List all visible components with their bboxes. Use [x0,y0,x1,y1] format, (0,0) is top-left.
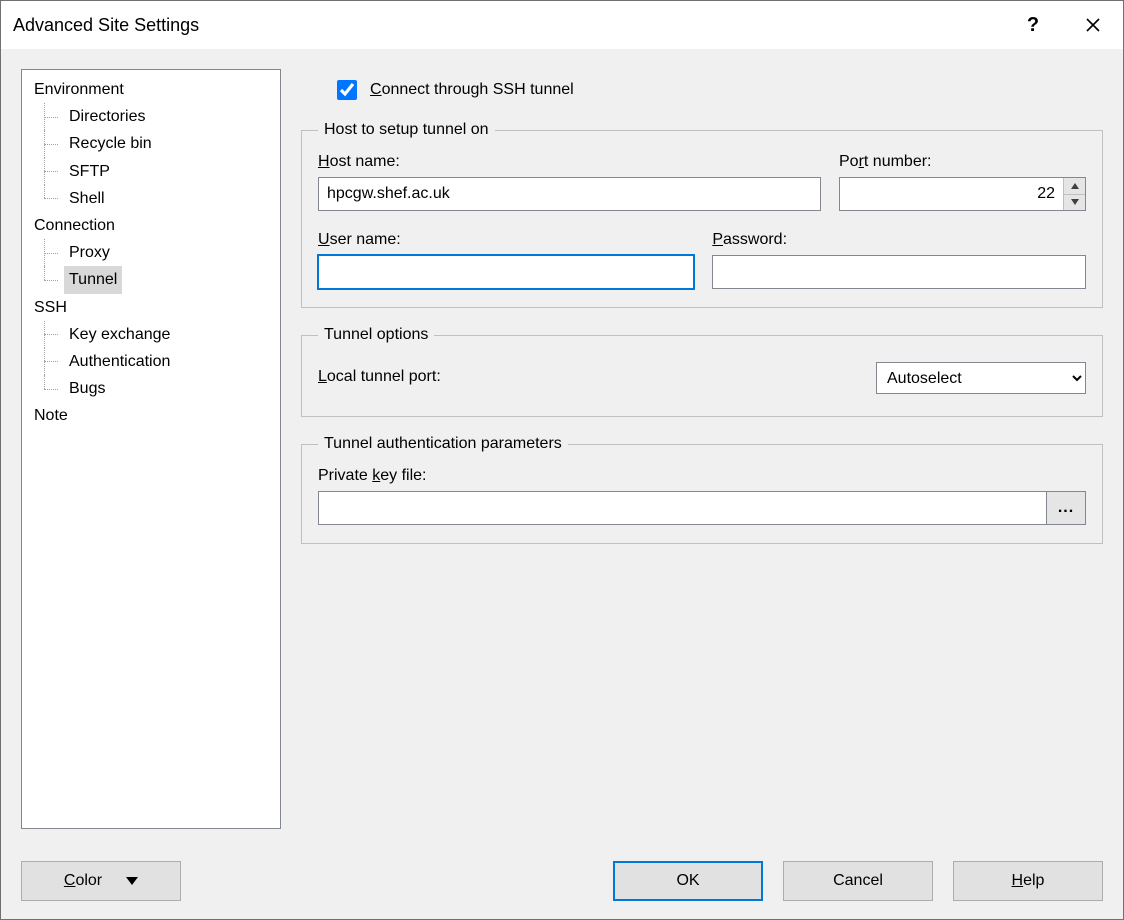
bottom-bar: Color OK Cancel Help [21,861,1103,901]
tree-recycle-bin[interactable]: Recycle bin [44,130,280,157]
help-button[interactable]: Help [953,861,1103,901]
username-label: User name: [318,231,694,249]
cancel-button[interactable]: Cancel [783,861,933,901]
help-icon[interactable]: ? [1003,1,1063,49]
local-tunnel-port-label: Local tunnel port: [318,368,441,386]
port-down-icon[interactable] [1064,195,1085,211]
host-group-legend: Host to setup tunnel on [318,121,495,139]
tree-ssh[interactable]: SSH Key exchange Authentication Bugs [30,294,280,403]
color-button[interactable]: Color [21,861,181,901]
ok-button[interactable]: OK [613,861,763,901]
titlebar: Advanced Site Settings ? [1,1,1123,49]
tree-note[interactable]: Note [30,402,280,429]
password-label: Password: [712,231,1086,249]
settings-panel: Connect through SSH tunnel Host to setup… [301,69,1103,562]
chevron-down-icon [126,877,138,885]
tree-bugs[interactable]: Bugs [44,375,280,402]
client-area: Environment Directories Recycle bin SFTP… [1,49,1123,919]
hostname-label: Host name: [318,153,821,171]
tree-connection[interactable]: Connection Proxy Tunnel [30,212,280,294]
close-icon[interactable] [1063,1,1123,49]
tunnel-options-group: Tunnel options Local tunnel port: Autose… [301,326,1103,417]
hostname-input[interactable] [318,177,821,211]
tree-tunnel[interactable]: Tunnel [44,266,280,293]
port-spinner[interactable] [839,177,1086,211]
window-title: Advanced Site Settings [13,15,1003,36]
tree-shell[interactable]: Shell [44,185,280,212]
host-group: Host to setup tunnel on Host name: Port … [301,121,1103,308]
local-tunnel-port-select[interactable]: Autoselect [876,362,1086,394]
tree-environment[interactable]: Environment Directories Recycle bin SFTP… [30,76,280,212]
connect-ssh-tunnel-label: Connect through SSH tunnel [370,81,574,99]
username-input[interactable] [318,255,694,289]
tree-directories[interactable]: Directories [44,103,280,130]
private-key-file-input[interactable] [318,491,1046,525]
private-key-file-label: Private key file: [318,467,1086,485]
port-up-icon[interactable] [1064,178,1085,195]
password-input[interactable] [712,255,1086,289]
browse-key-file-button[interactable]: ... [1046,491,1086,525]
tunnel-auth-legend: Tunnel authentication parameters [318,435,568,453]
tunnel-options-legend: Tunnel options [318,326,434,344]
dialog-window: Advanced Site Settings ? Environment Dir… [0,0,1124,920]
tree-key-exchange[interactable]: Key exchange [44,321,280,348]
nav-tree[interactable]: Environment Directories Recycle bin SFTP… [21,69,281,829]
port-input[interactable] [840,178,1063,210]
tree-sftp[interactable]: SFTP [44,158,280,185]
port-label: Port number: [839,153,1086,171]
connect-ssh-tunnel-checkbox[interactable] [337,80,357,100]
tree-authentication[interactable]: Authentication [44,348,280,375]
tunnel-auth-group: Tunnel authentication parameters Private… [301,435,1103,544]
tree-proxy[interactable]: Proxy [44,239,280,266]
